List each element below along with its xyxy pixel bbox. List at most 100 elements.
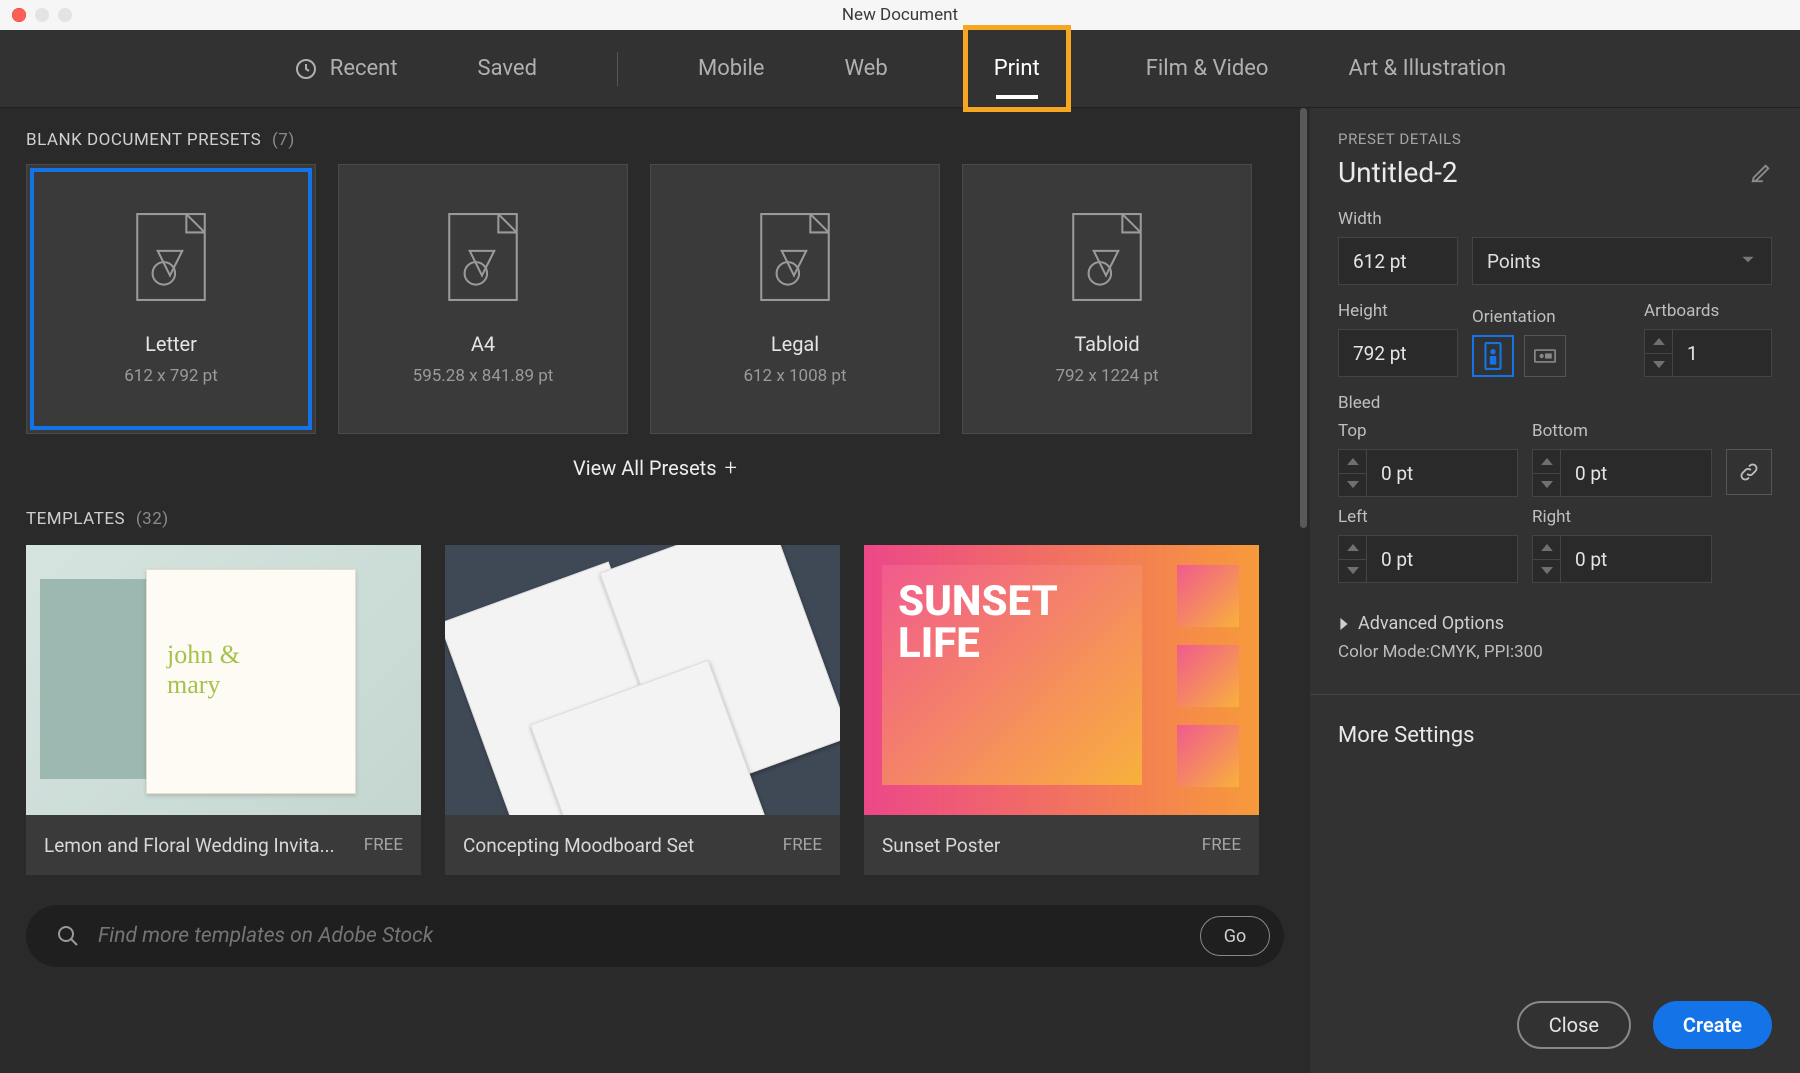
chevron-down-icon — [1739, 250, 1757, 273]
tab-film-video[interactable]: Film & Video — [1146, 30, 1269, 107]
tab-saved[interactable]: Saved — [478, 30, 537, 107]
tab-recent[interactable]: Recent — [294, 30, 398, 107]
bleed-top-stepper[interactable] — [1338, 449, 1366, 497]
page-icon — [126, 212, 216, 302]
clock-icon — [294, 57, 318, 81]
link-bleed-icon[interactable] — [1726, 449, 1772, 495]
bleed-left-label: Left — [1338, 507, 1518, 527]
units-select[interactable]: Points — [1472, 237, 1772, 285]
preset-letter[interactable]: Letter 612 x 792 pt — [26, 164, 316, 434]
bleed-bottom-stepper[interactable] — [1532, 449, 1560, 497]
preset-dim: 612 x 1008 pt — [743, 366, 846, 386]
preset-tabloid[interactable]: Tabloid 792 x 1224 pt — [962, 164, 1252, 434]
scrollbar[interactable] — [1300, 108, 1307, 528]
preset-legal[interactable]: Legal 612 x 1008 pt — [650, 164, 940, 434]
tab-mobile[interactable]: Mobile — [698, 30, 764, 107]
tab-label: Art & Illustration — [1348, 56, 1506, 81]
bleed-top-label: Top — [1338, 421, 1518, 441]
tab-separator — [617, 52, 618, 86]
orientation-label: Orientation — [1472, 307, 1566, 327]
templates-count: (32) — [136, 509, 169, 529]
template-card[interactable]: SUNSET LIFE Sunset Poster FREE — [864, 545, 1259, 875]
templates-header: TEMPLATES (32) — [26, 509, 1284, 529]
preset-name: Legal — [771, 332, 819, 356]
template-name: Sunset Poster — [882, 834, 1000, 857]
bleed-top-input[interactable]: 0 pt — [1366, 449, 1518, 497]
document-name[interactable]: Untitled-2 — [1338, 156, 1740, 189]
templates-header-text: TEMPLATES — [26, 509, 125, 529]
presets-header-text: BLANK DOCUMENT PRESETS — [26, 130, 261, 150]
bleed-left-stepper[interactable] — [1338, 535, 1366, 583]
page-icon — [438, 212, 528, 302]
tab-label: Web — [844, 56, 887, 81]
width-input[interactable]: 612 pt — [1338, 237, 1458, 285]
template-thumb: SUNSET LIFE — [864, 545, 1259, 815]
tab-label: Saved — [478, 56, 537, 81]
tab-label: Film & Video — [1146, 56, 1269, 81]
step-down[interactable] — [1645, 354, 1672, 377]
preset-dim: 595.28 x 841.89 pt — [413, 366, 554, 386]
preset-name: A4 — [471, 332, 495, 356]
template-price: FREE — [783, 835, 822, 855]
artboards-stepper[interactable] — [1644, 329, 1672, 377]
tab-web[interactable]: Web — [844, 30, 887, 107]
page-icon — [1062, 212, 1152, 302]
template-card[interactable]: Concepting Moodboard Set FREE — [445, 545, 840, 875]
template-price: FREE — [1202, 835, 1241, 855]
plus-icon: + — [725, 456, 737, 481]
stock-search-input[interactable] — [98, 924, 1182, 948]
orientation-portrait[interactable] — [1472, 335, 1514, 377]
template-thumb: john & mary — [26, 545, 421, 815]
preset-a4[interactable]: A4 595.28 x 841.89 pt — [338, 164, 628, 434]
bleed-label: Bleed — [1338, 393, 1772, 413]
view-all-presets[interactable]: View All Presets + — [26, 456, 1284, 481]
preset-dim: 612 x 792 pt — [124, 366, 218, 386]
bleed-left-input[interactable]: 0 pt — [1366, 535, 1518, 583]
bleed-bottom-label: Bottom — [1532, 421, 1712, 441]
template-price: FREE — [364, 835, 403, 855]
bleed-right-label: Right — [1532, 507, 1712, 527]
presets-count: (7) — [272, 130, 295, 150]
mac-titlebar: New Document — [0, 0, 1800, 30]
step-up[interactable] — [1645, 330, 1672, 354]
category-tabs: Recent Saved Mobile Web Print Film & Vid… — [0, 30, 1800, 108]
tab-print[interactable]: Print — [968, 30, 1066, 107]
bleed-right-input[interactable]: 0 pt — [1560, 535, 1712, 583]
preset-name: Tabloid — [1074, 332, 1139, 356]
more-settings[interactable]: More Settings — [1338, 723, 1772, 748]
close-button[interactable]: Close — [1517, 1001, 1631, 1049]
edit-name-icon[interactable] — [1750, 162, 1772, 184]
template-name: Concepting Moodboard Set — [463, 834, 694, 857]
template-card[interactable]: john & mary Lemon and Floral Wedding Inv… — [26, 545, 421, 875]
advanced-label: Advanced Options — [1358, 613, 1504, 634]
window-title: New Document — [0, 5, 1800, 25]
tab-label: Mobile — [698, 56, 764, 81]
stock-search: Go — [26, 905, 1284, 967]
view-all-label: View All Presets — [573, 456, 717, 480]
left-panel: BLANK DOCUMENT PRESETS (7) Letter 612 x … — [0, 108, 1310, 1073]
stock-go-button[interactable]: Go — [1200, 916, 1270, 956]
orientation-landscape[interactable] — [1524, 335, 1566, 377]
create-button[interactable]: Create — [1653, 1001, 1772, 1049]
units-value: Points — [1487, 250, 1541, 273]
thumb-text: SUNSET LIFE — [898, 581, 1058, 665]
presets-row: Letter 612 x 792 pt A4 595.28 x 841.89 p… — [26, 164, 1284, 434]
dialog-buttons: Close Create — [1338, 1001, 1772, 1049]
width-label: Width — [1338, 209, 1772, 229]
thumb-text: john & mary — [167, 640, 240, 700]
search-icon — [56, 924, 80, 948]
preset-details-panel: PRESET DETAILS Untitled-2 Width 612 pt P… — [1310, 108, 1800, 1073]
artboards-input[interactable]: 1 — [1672, 329, 1772, 377]
tab-art-illustration[interactable]: Art & Illustration — [1348, 30, 1506, 107]
bleed-bottom-input[interactable]: 0 pt — [1560, 449, 1712, 497]
template-name: Lemon and Floral Wedding Invita... — [44, 834, 335, 857]
artboards-label: Artboards — [1644, 301, 1772, 321]
height-input[interactable]: 792 pt — [1338, 329, 1458, 377]
advanced-options-toggle[interactable]: Advanced Options — [1338, 613, 1772, 634]
templates-row: john & mary Lemon and Floral Wedding Inv… — [26, 545, 1284, 875]
details-header: PRESET DETAILS — [1338, 130, 1772, 148]
color-mode-line: Color Mode:CMYK, PPI:300 — [1338, 642, 1772, 662]
preset-name: Letter — [145, 332, 197, 356]
page-icon — [750, 212, 840, 302]
bleed-right-stepper[interactable] — [1532, 535, 1560, 583]
